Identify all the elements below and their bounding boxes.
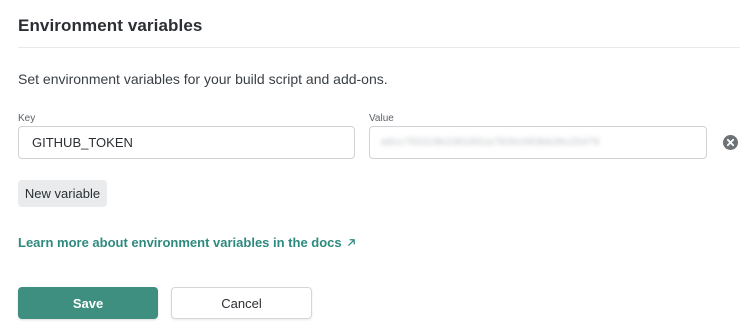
- section-title: Environment variables: [18, 16, 203, 35]
- environment-variables-panel: Environment variables Set environment va…: [0, 0, 750, 329]
- value-input[interactable]: a6cc755319b2381891a7826c083bb28c25479: [369, 126, 707, 159]
- key-label: Key: [18, 113, 36, 124]
- remove-variable-button[interactable]: [723, 135, 738, 150]
- docs-link[interactable]: Learn more about environment variables i…: [18, 235, 356, 250]
- value-label: Value: [369, 113, 394, 124]
- key-input-value: GITHUB_TOKEN: [32, 135, 133, 150]
- new-variable-button[interactable]: New variable: [18, 180, 107, 207]
- arrow-up-right-icon: [347, 238, 356, 247]
- close-icon: [726, 138, 735, 147]
- title-divider: [18, 47, 740, 48]
- cancel-button[interactable]: Cancel: [171, 287, 312, 319]
- section-description: Set environment variables for your build…: [18, 71, 388, 87]
- value-input-masked: a6cc755319b2381891a7826c083bb28c25479: [381, 137, 600, 148]
- key-input[interactable]: GITHUB_TOKEN: [18, 126, 355, 159]
- save-button[interactable]: Save: [18, 287, 158, 319]
- docs-link-label: Learn more about environment variables i…: [18, 235, 342, 250]
